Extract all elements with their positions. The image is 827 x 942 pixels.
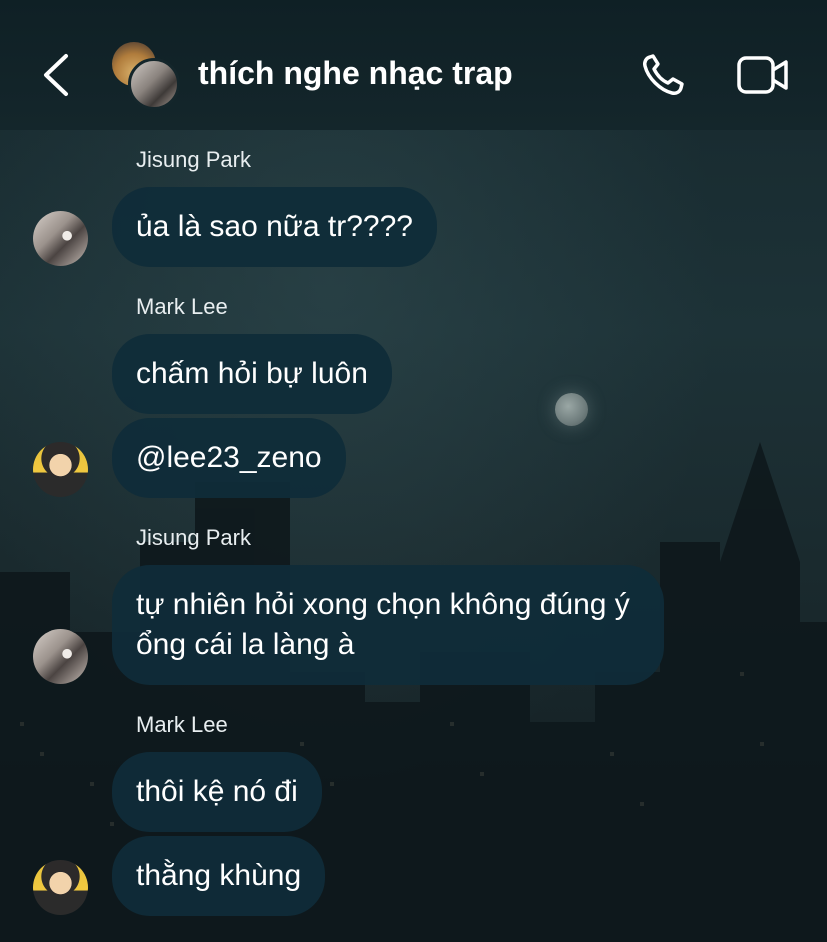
- chat-header: thích nghe nhạc trap: [0, 0, 827, 130]
- message-line: ổng cái la làng à: [136, 628, 355, 661]
- group-avatar-photo-2: [128, 58, 180, 110]
- video-call-button[interactable]: [736, 54, 790, 96]
- video-camera-icon: [737, 56, 788, 94]
- message-bubble[interactable]: tự nhiên hỏi xong chọn không đúng ý ổng …: [112, 565, 664, 685]
- message-bubble[interactable]: thôi kệ nó đi: [112, 752, 322, 832]
- group-avatar[interactable]: [112, 42, 180, 110]
- message-bubble[interactable]: ủa là sao nữa tr????: [112, 187, 437, 267]
- message-line: tự nhiên hỏi xong chọn không đúng ý: [136, 588, 630, 621]
- sender-name: Mark Lee: [136, 712, 228, 737]
- voice-call-button[interactable]: [640, 52, 688, 98]
- sender-name: Mark Lee: [136, 294, 228, 319]
- sender-name: Jisung Park: [136, 525, 251, 550]
- chat-title[interactable]: thích nghe nhạc trap: [198, 55, 513, 92]
- message-bubble[interactable]: @lee23_zeno: [112, 418, 346, 498]
- avatar[interactable]: [33, 442, 88, 497]
- phone-icon: [643, 54, 684, 95]
- chevron-left-icon: [44, 54, 68, 96]
- sender-name: Jisung Park: [136, 147, 251, 172]
- message-bubble[interactable]: chấm hỏi bự luôn: [112, 334, 392, 414]
- message-bubble[interactable]: thằng khùng: [112, 836, 326, 916]
- back-button[interactable]: [38, 52, 78, 98]
- avatar[interactable]: [33, 860, 88, 915]
- avatar[interactable]: [33, 629, 88, 684]
- avatar[interactable]: [33, 211, 88, 266]
